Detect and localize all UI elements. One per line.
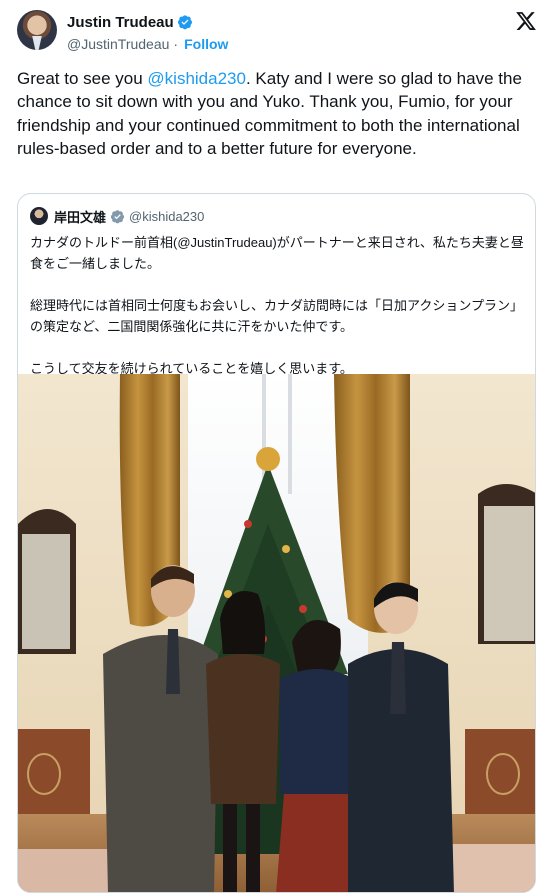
verified-badge-icon: [177, 15, 192, 30]
quoted-author-handle: @kishida230: [129, 208, 205, 224]
mention-link[interactable]: @kishida230: [147, 69, 246, 88]
quoted-author-name: 岸田文雄: [54, 209, 107, 225]
author-display-name[interactable]: Justin Trudeau: [67, 14, 174, 31]
quoted-tweet[interactable]: 岸田文雄 @kishida230 カナダのトルドー前首相(@JustinTrud…: [17, 193, 536, 893]
photo-scene: [18, 374, 535, 892]
quoted-photo[interactable]: [18, 374, 535, 892]
handle-separator: ·: [173, 36, 179, 52]
tweet-text: Great to see you @kishida230. Katy and I…: [17, 67, 537, 161]
tweet-text-start: Great to see you: [17, 69, 148, 88]
quoted-paragraph: カナダのトルドー前首相(@JustinTrudeau)がパートナーと来日され、私…: [30, 235, 524, 271]
tweet-header: Justin Trudeau @JustinTrudeau · Follow: [17, 10, 537, 58]
quoted-tweet-header: 岸田文雄 @kishida230: [30, 206, 204, 226]
author-avatar[interactable]: [17, 10, 57, 50]
author-handle[interactable]: @JustinTrudeau: [67, 36, 169, 52]
x-logo-icon[interactable]: [515, 10, 537, 32]
author-names: Justin Trudeau @JustinTrudeau · Follow: [67, 12, 228, 54]
quoted-author-avatar: [30, 207, 48, 225]
follow-button[interactable]: Follow: [184, 36, 228, 52]
quoted-paragraph: 総理時代には首相同士何度もお会いし、カナダ訪問時には「日加アクションプラン」の策…: [30, 298, 523, 334]
tweet-card: Justin Trudeau @JustinTrudeau · Follow G…: [0, 0, 551, 893]
quoted-tweet-text: カナダのトルドー前首相(@JustinTrudeau)がパートナーと来日され、私…: [30, 232, 530, 379]
quoted-verified-badge-icon: [110, 209, 125, 223]
